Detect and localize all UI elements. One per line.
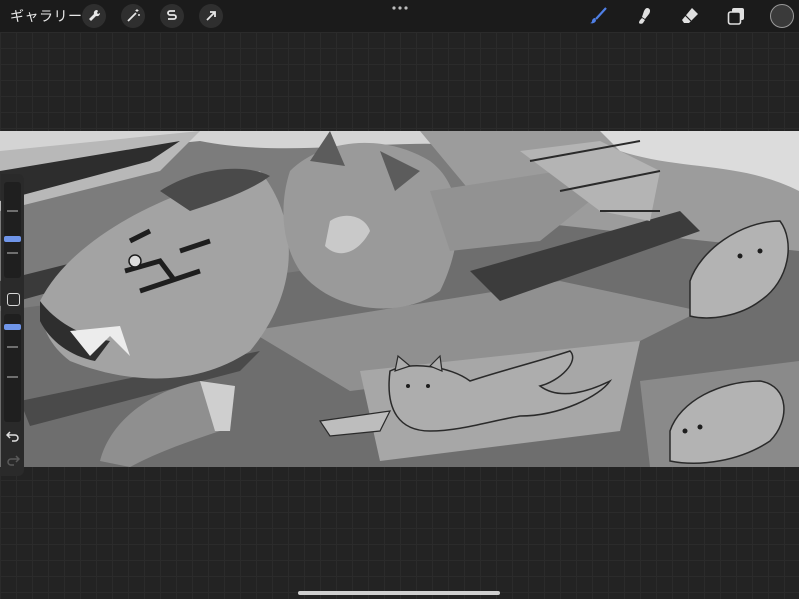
left-sidebar bbox=[1, 174, 24, 476]
redo-icon[interactable] bbox=[6, 454, 20, 466]
slider-tick bbox=[7, 346, 18, 348]
gallery-button[interactable]: ギャラリー bbox=[10, 6, 83, 26]
drawing-canvas[interactable] bbox=[0, 131, 799, 467]
sketch-artwork bbox=[0, 131, 799, 467]
undo-icon[interactable] bbox=[6, 430, 20, 442]
smudge-icon[interactable] bbox=[631, 4, 657, 28]
layers-icon[interactable] bbox=[723, 4, 749, 28]
slider-tick bbox=[7, 376, 18, 378]
brush-size-slider[interactable] bbox=[4, 182, 21, 278]
opacity-slider[interactable] bbox=[4, 314, 21, 422]
brush-size-handle[interactable] bbox=[4, 236, 21, 242]
transform-arrow-icon[interactable] bbox=[199, 4, 223, 28]
slider-tick bbox=[7, 210, 18, 212]
brush-icon[interactable] bbox=[586, 4, 612, 28]
slider-tick bbox=[7, 252, 18, 254]
more-options-icon[interactable] bbox=[390, 2, 410, 14]
selection-s-icon[interactable] bbox=[160, 4, 184, 28]
color-picker-button[interactable] bbox=[770, 4, 794, 28]
eraser-icon[interactable] bbox=[677, 4, 703, 28]
modify-button[interactable] bbox=[7, 293, 20, 306]
home-indicator bbox=[298, 591, 500, 595]
top-toolbar: ギャラリー bbox=[0, 0, 799, 32]
wrench-icon[interactable] bbox=[82, 4, 106, 28]
magic-wand-icon[interactable] bbox=[121, 4, 145, 28]
opacity-handle[interactable] bbox=[4, 324, 21, 330]
